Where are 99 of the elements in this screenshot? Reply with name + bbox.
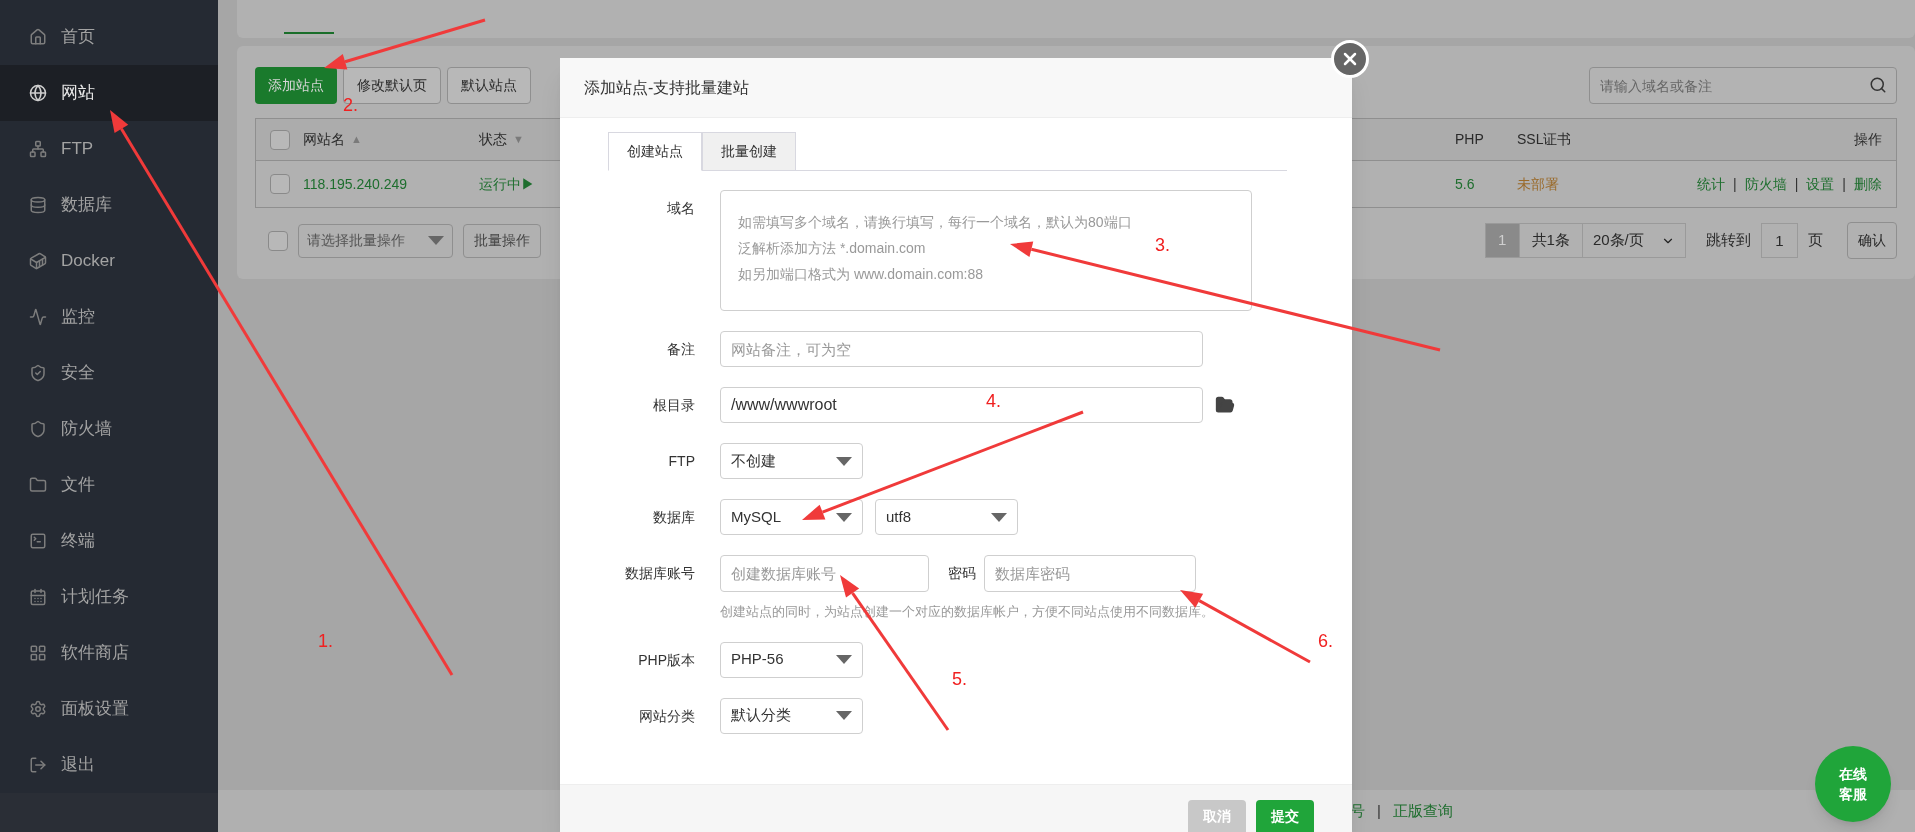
password-field[interactable]: 数据库密码 xyxy=(984,555,1196,592)
toolbar-button[interactable]: 默认站点 xyxy=(447,67,531,104)
home-icon xyxy=(29,28,47,46)
sidebar-item[interactable]: 网站 xyxy=(0,65,218,121)
column-header[interactable]: 操作 xyxy=(1853,129,1882,150)
sidebar-item[interactable]: FTP xyxy=(0,121,218,177)
logout-icon xyxy=(29,756,47,774)
dialog-tab[interactable]: 创建站点 xyxy=(608,132,702,171)
field-label: 网站分类 xyxy=(638,706,695,726)
select-field[interactable]: 默认分类 xyxy=(720,697,863,734)
page-size-select[interactable]: 20条/页 xyxy=(1581,223,1686,258)
select-field[interactable]: utf8 xyxy=(875,499,1018,535)
search-icon[interactable] xyxy=(1868,76,1887,94)
caret-icon xyxy=(836,456,852,466)
caret-icon xyxy=(836,655,852,664)
checkbox[interactable] xyxy=(269,129,290,150)
settings-icon xyxy=(29,700,47,718)
password-label: 密码 xyxy=(948,564,976,583)
sidebar-item[interactable]: 计划任务 xyxy=(0,569,218,625)
action-link[interactable]: 统计 xyxy=(1697,173,1725,195)
remark-field[interactable]: 网站备注，可为空 xyxy=(720,331,1203,367)
add-site-button[interactable]: 添加站点 xyxy=(255,67,337,104)
caret-icon xyxy=(991,512,1007,522)
page-input[interactable]: 1 xyxy=(1760,223,1798,258)
sidebar-item[interactable]: 终端 xyxy=(0,513,218,569)
annotation-label: 5. xyxy=(952,668,967,691)
chart-icon xyxy=(29,308,47,326)
placeholder-text: 泛解析添加方法 *.domain.com xyxy=(738,239,926,258)
placeholder-text: 如需填写多个域名，请换行填写，每行一个域名，默认为80端口 xyxy=(738,213,1132,232)
field-label: 数据库 xyxy=(652,508,695,527)
action-link[interactable]: 防火墙 xyxy=(1744,173,1787,195)
database-icon xyxy=(29,196,47,214)
folder-icon xyxy=(29,476,47,494)
field-label: 根目录 xyxy=(652,396,695,415)
column-header[interactable]: PHP xyxy=(1455,129,1484,150)
field-label: PHP版本 xyxy=(637,650,695,670)
annotation-label: 6. xyxy=(1318,630,1333,653)
sidebar-item[interactable]: 数据库 xyxy=(0,177,218,233)
php-version-cell[interactable]: 5.6 xyxy=(1455,173,1517,195)
action-link[interactable]: 删除 xyxy=(1853,173,1882,195)
sidebar-item[interactable]: 退出 xyxy=(0,737,218,793)
separator: | xyxy=(1842,174,1846,194)
batch-select[interactable]: 请选择批量操作 xyxy=(298,223,453,258)
submit-button[interactable]: 提交 xyxy=(1256,800,1314,832)
caret-icon xyxy=(836,711,852,720)
column-header[interactable]: SSL证书 xyxy=(1517,129,1572,150)
close-button[interactable] xyxy=(1331,40,1369,78)
field-label: 数据库账号 xyxy=(624,564,695,583)
search-field[interactable]: 请输入域名或备注 xyxy=(1588,67,1897,104)
action-link[interactable]: 设置 xyxy=(1806,173,1835,195)
sidebar-item[interactable]: 文件 xyxy=(0,457,218,513)
sidebar-item[interactable]: 防火墙 xyxy=(0,401,218,457)
folder-icon[interactable] xyxy=(1215,395,1235,415)
annotation-label: 3. xyxy=(1155,234,1170,257)
sidebar-item[interactable]: 安全 xyxy=(0,345,218,401)
sidebar-item[interactable]: 面板设置 xyxy=(0,681,218,737)
grid-icon xyxy=(29,644,47,662)
annotation-label: 1. xyxy=(318,630,333,653)
shield-icon xyxy=(29,364,47,382)
shield-icon xyxy=(29,420,47,438)
container-icon xyxy=(29,252,47,270)
total-count: 共1条 xyxy=(1519,223,1582,258)
footer-link[interactable]: 正版查询 xyxy=(1392,799,1453,823)
checkbox[interactable] xyxy=(269,174,290,194)
terminal-icon xyxy=(29,532,47,550)
placeholder-text: 如另加端口格式为 www.domain.com:88 xyxy=(738,265,984,284)
field-label: FTP xyxy=(667,452,695,471)
sidebar-item[interactable]: 首页 xyxy=(0,9,218,65)
checkbox[interactable] xyxy=(268,230,288,251)
confirm-button[interactable]: 确认 xyxy=(1846,222,1897,259)
select-field[interactable]: 不创建 xyxy=(720,443,863,479)
select-field[interactable]: PHP-56 xyxy=(720,641,863,678)
select-field[interactable]: MySQL xyxy=(720,499,863,535)
field-label: 备注 xyxy=(666,340,695,359)
separator: | xyxy=(1794,174,1799,194)
separator: | xyxy=(1733,174,1737,194)
chat-button[interactable]: 在线 客服 xyxy=(1815,746,1891,822)
batch-button[interactable]: 批量操作 xyxy=(463,223,541,258)
sidebar-item[interactable]: 软件商店 xyxy=(0,625,218,681)
footer-link[interactable]: 号 xyxy=(1350,799,1365,823)
jump-label: 跳转到 xyxy=(1705,230,1751,251)
column-header[interactable]: 网站名 xyxy=(303,129,345,150)
annotation-label: 4. xyxy=(986,390,1001,413)
active-tab-underline xyxy=(284,32,334,34)
caret-icon xyxy=(836,512,852,522)
dialog-tab[interactable]: 批量创建 xyxy=(702,132,796,171)
globe-icon xyxy=(29,84,47,102)
sidebar-item[interactable]: 监控 xyxy=(0,289,218,345)
dialog-title: 添加站点-支持批量建站 xyxy=(584,77,750,98)
db-account-field[interactable]: 创建数据库账号 xyxy=(720,555,929,592)
site-name-link[interactable]: 118.195.240.249 xyxy=(303,173,479,195)
separator: | xyxy=(1377,800,1381,821)
network-icon xyxy=(29,140,47,158)
calendar-icon xyxy=(29,588,47,606)
sidebar-item[interactable]: Docker xyxy=(0,233,218,289)
field-label: 域名 xyxy=(666,199,695,218)
page-unit: 页 xyxy=(1807,230,1823,251)
caret-icon xyxy=(428,236,444,245)
column-header[interactable]: 状态 xyxy=(479,129,507,150)
